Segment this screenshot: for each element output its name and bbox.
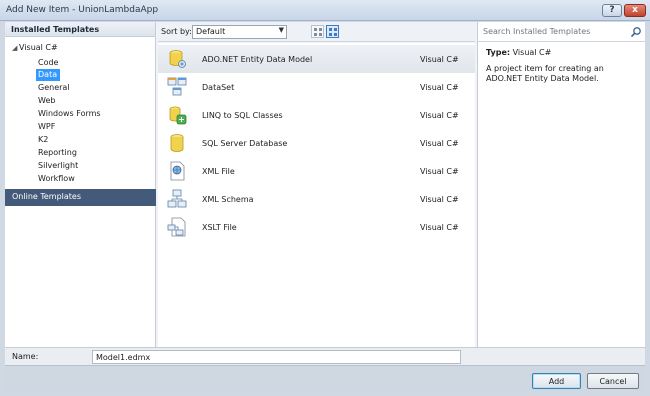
sort-value: Default [196,27,226,36]
tree-item-code[interactable]: Code [36,57,61,69]
dialog-content: Installed Templates ◢ Visual C# Code Data… [5,22,645,365]
template-item-sql-server-database[interactable]: SQL Server Database Visual C# [158,129,475,157]
template-language: Visual C# [420,83,459,92]
window-title: Add New Item - UnionLambdaApp [6,5,159,15]
title-bar: Add New Item - UnionLambdaApp ? x [0,0,650,21]
xml-schema-icon [167,189,187,208]
dataset-icon [167,77,187,96]
type-value: Visual C# [512,48,552,57]
dialog-footer: Add Cancel [5,365,645,391]
tree-item-k2[interactable]: K2 [36,134,51,146]
help-button[interactable]: ? [602,4,622,17]
sort-label: Sort by: [161,27,192,36]
search-icon[interactable] [630,26,642,38]
template-name: LINQ to SQL Classes [202,111,283,120]
list-view-button[interactable] [311,25,324,38]
tree-item-workflow[interactable]: Workflow [36,173,78,185]
search-box [478,22,645,42]
template-item-xml-file[interactable]: XML File Visual C# [158,157,475,185]
sort-dropdown[interactable]: Default ▼ [192,25,287,39]
dropdown-arrow-icon: ▼ [278,26,284,34]
template-name: ADO.NET Entity Data Model [202,55,313,64]
tree-item-windows-forms[interactable]: Windows Forms [36,108,104,120]
template-name: XML File [202,167,235,176]
template-name: XML Schema [202,195,254,204]
tree-item-wpf[interactable]: WPF [36,121,58,133]
template-list-pane: Sort by: Default ▼ ADO.NET Entity Data M… [158,22,475,347]
tree-item-silverlight[interactable]: Silverlight [36,160,81,172]
template-language: Visual C# [420,167,459,176]
expand-caret-icon[interactable]: ◢ [12,44,19,52]
template-name: SQL Server Database [202,139,288,148]
close-button[interactable]: x [624,4,646,17]
xml-file-icon [170,161,185,181]
template-language: Visual C# [420,223,459,232]
tree-item-web[interactable]: Web [36,95,58,107]
type-label: Type: [486,48,511,57]
template-language: Visual C# [420,195,459,204]
template-name: DataSet [202,83,235,92]
installed-templates-header: Installed Templates [5,22,155,37]
database-icon [170,134,184,152]
tree-item-general[interactable]: General [36,82,73,94]
cancel-button[interactable]: Cancel [587,373,639,389]
name-label: Name: [12,352,39,361]
xslt-file-icon [167,217,186,237]
template-language: Visual C# [420,55,459,64]
template-name: XSLT File [202,223,237,232]
sort-toolbar: Sort by: Default ▼ [158,22,475,42]
close-icon: x [632,5,638,15]
template-list: ADO.NET Entity Data Model Visual C# Data… [158,43,475,347]
online-templates-item[interactable]: Online Templates [5,189,156,206]
details-view-button[interactable] [326,25,339,38]
entity-model-icon [169,50,186,68]
template-item-xml-schema[interactable]: XML Schema Visual C# [158,185,475,213]
template-type: Type: Visual C# [486,48,551,57]
template-language: Visual C# [420,111,459,120]
template-description: A project item for creating an ADO.NET E… [486,64,604,83]
template-item-ado-net-entity-data-model[interactable]: ADO.NET Entity Data Model Visual C# [158,45,475,73]
help-icon: ? [609,5,615,15]
templates-tree-pane: Installed Templates ◢ Visual C# Code Data… [5,22,156,347]
search-input[interactable] [480,24,625,39]
template-details-pane: Type: Visual C# A project item for creat… [477,22,645,347]
tree-node-visual-csharp[interactable]: ◢ Visual C# [12,43,58,55]
add-button[interactable]: Add [532,373,581,389]
tree-item-data[interactable]: Data [36,69,61,81]
template-item-linq-to-sql-classes[interactable]: LINQ to SQL Classes Visual C# [158,101,475,129]
template-item-xslt-file[interactable]: XSLT File Visual C# [158,213,475,241]
name-field[interactable] [92,350,461,364]
template-language: Visual C# [420,139,459,148]
tree-node-label: Visual C# [19,43,58,52]
tree-item-reporting[interactable]: Reporting [36,147,80,159]
template-item-dataset[interactable]: DataSet Visual C# [158,73,475,101]
linq-to-sql-icon [169,106,187,125]
name-row: Name: [5,347,645,365]
